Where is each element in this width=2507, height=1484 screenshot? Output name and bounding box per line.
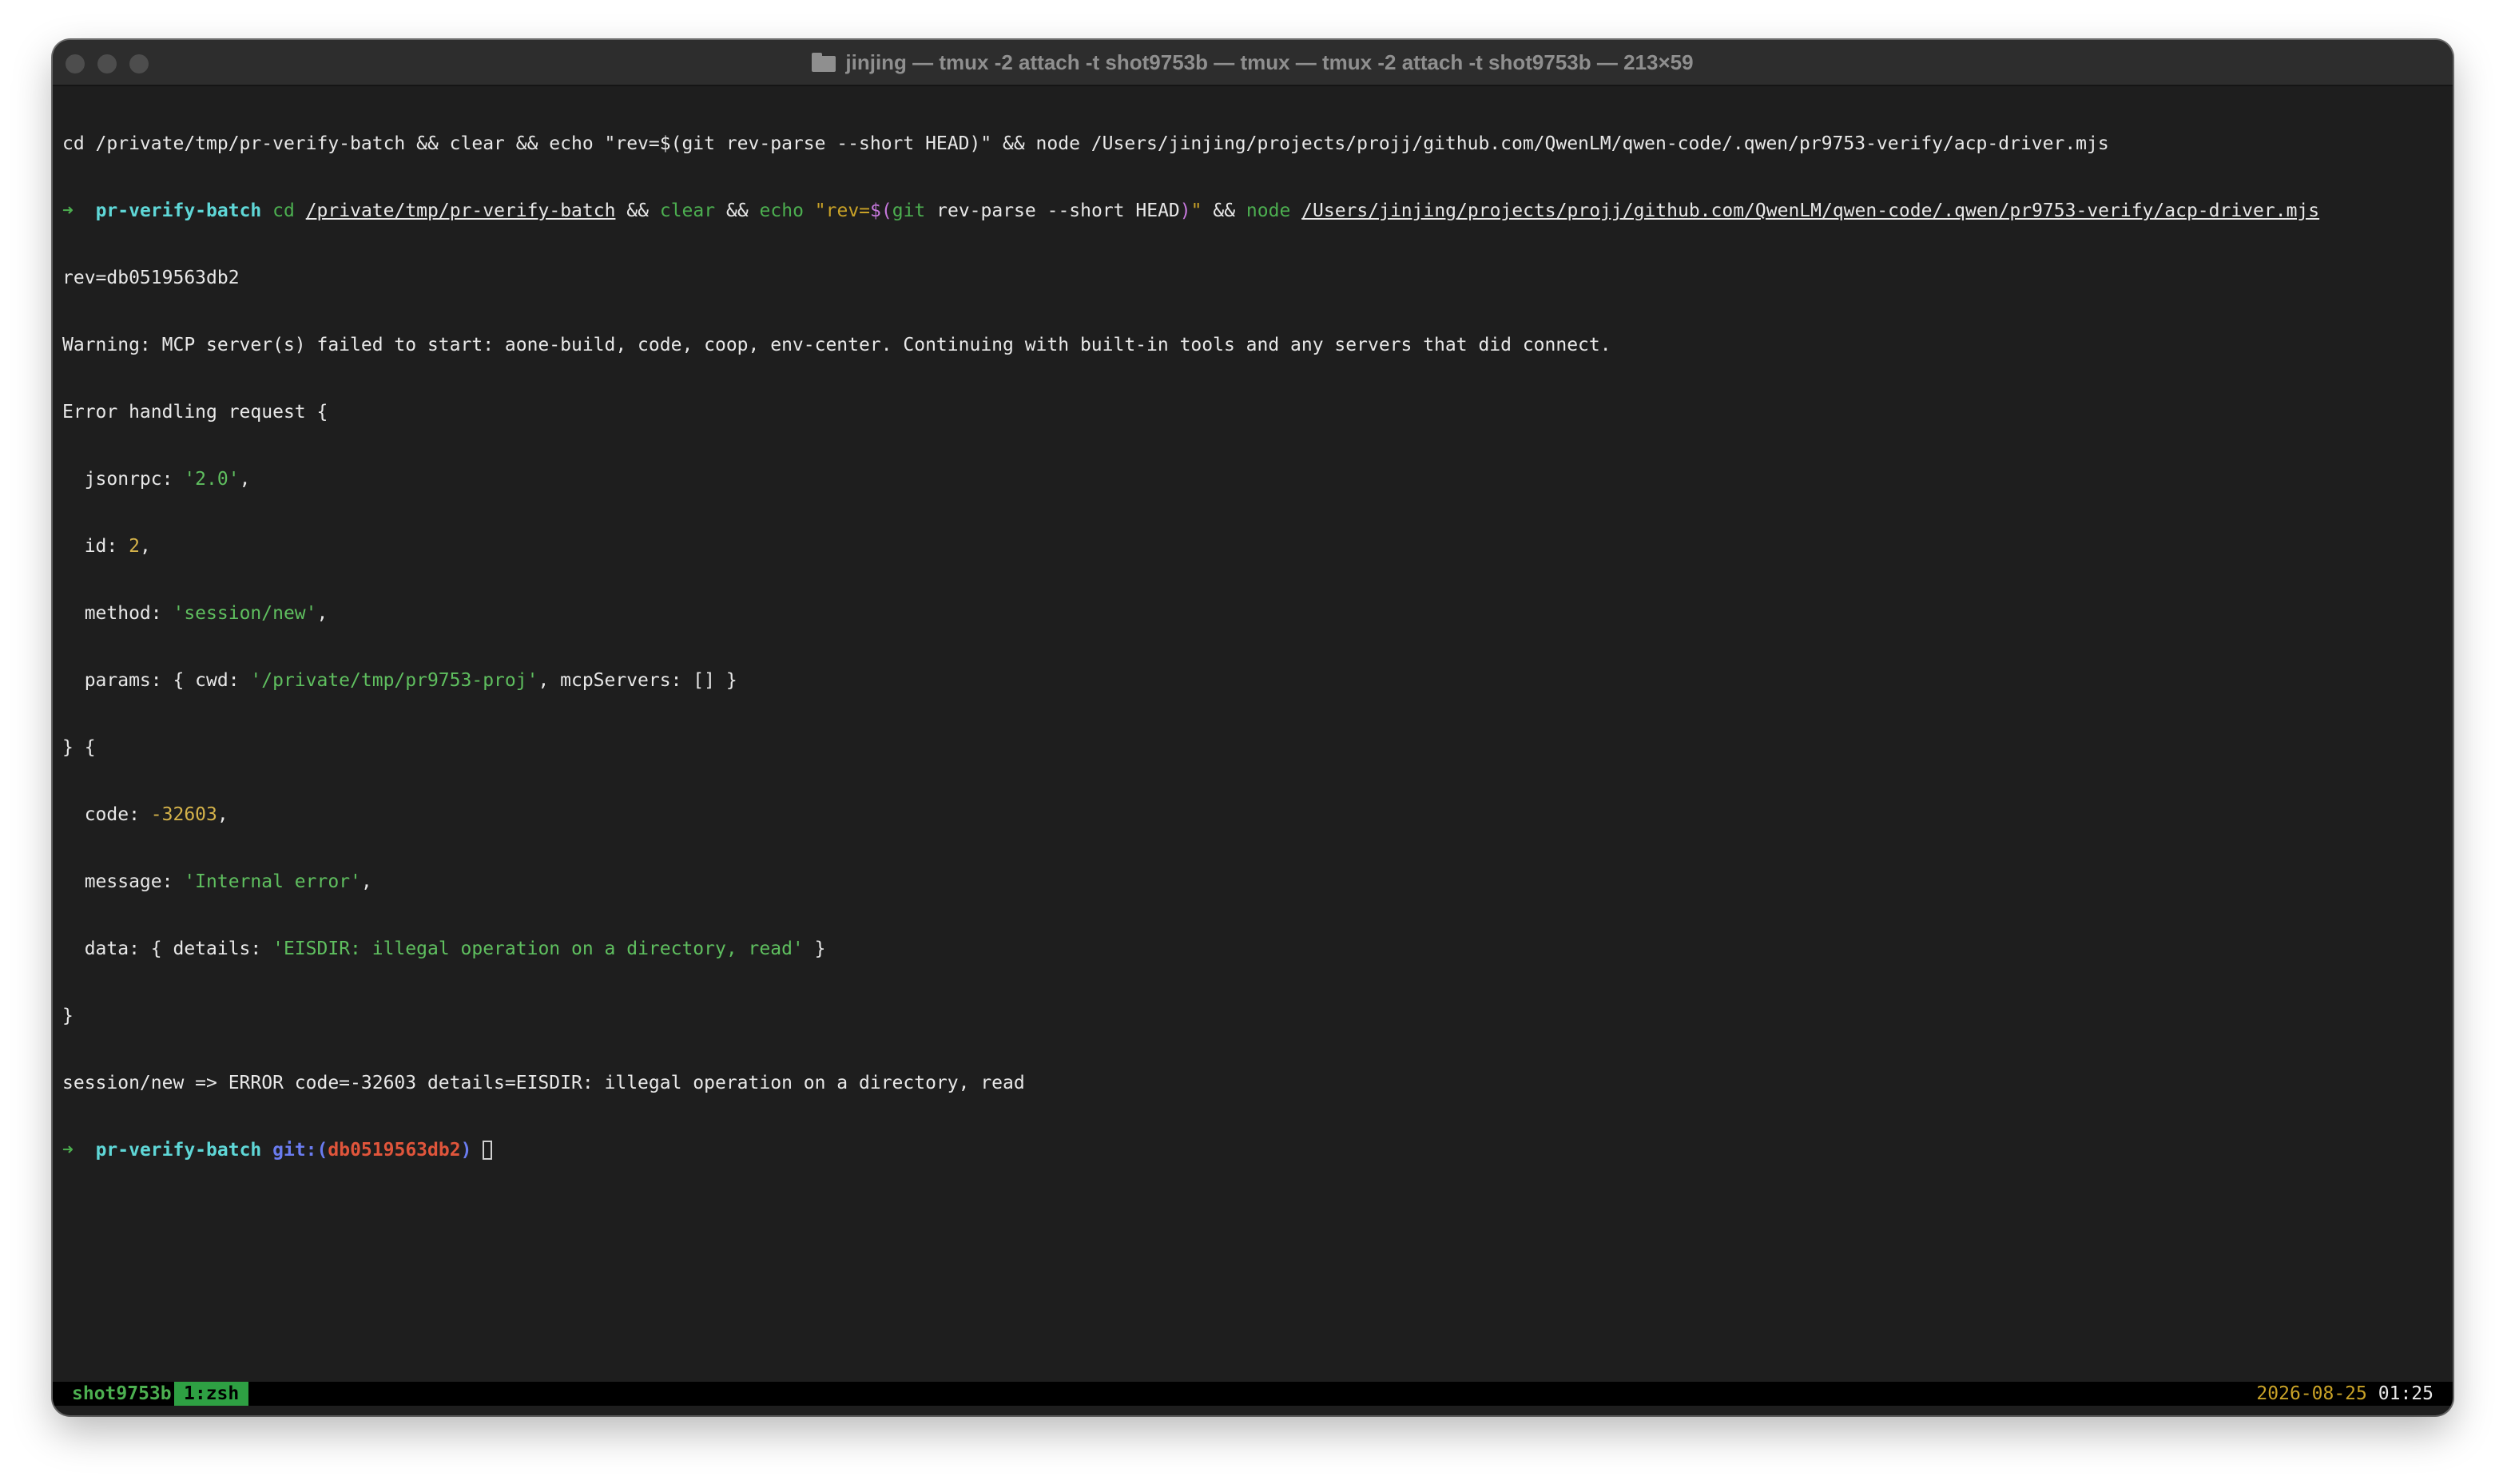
terminal-line-warning: Warning: MCP server(s) failed to start: …: [62, 335, 1611, 355]
terminal-line-prompt-command: ➜ pr-verify-batch cd /private/tmp/pr-ver…: [62, 200, 2320, 221]
tmux-window-tab[interactable]: 1:zsh: [174, 1382, 249, 1406]
terminal-line-result: session/new => ERROR code=-32603 details…: [62, 1073, 1025, 1093]
prompt-arrow-icon: ➜: [62, 1140, 74, 1161]
status-date: 2026-08-25: [2256, 1383, 2367, 1404]
tmux-session-name: shot9753b: [72, 1383, 172, 1404]
terminal-line-code: code: -32603,: [62, 804, 228, 825]
cmd-node: node: [1246, 200, 1291, 221]
window-title-area: jinjing — tmux -2 attach -t shot9753b — …: [53, 40, 2453, 85]
status-time: 01:25: [2378, 1383, 2433, 1404]
prompt-directory: pr-verify-batch: [95, 1140, 262, 1161]
terminal-line-close-brace: }: [62, 1006, 74, 1026]
git-commit-hash: db0519563db2: [328, 1140, 461, 1161]
path-link-batch[interactable]: /private/tmp/pr-verify-batch: [306, 200, 616, 221]
prompt-directory: pr-verify-batch: [95, 200, 262, 221]
terminal-line-method: method: 'session/new',: [62, 603, 328, 624]
terminal-line-message: message: 'Internal error',: [62, 871, 372, 892]
tmux-status-bar: shot9753b 1:zsh 2026-08-25 01:25: [53, 1382, 2453, 1406]
terminal-line-params: params: { cwd: '/private/tmp/pr9753-proj…: [62, 670, 737, 691]
path-link-driver[interactable]: /Users/jinjing/projects/projj/github.com…: [1301, 200, 2319, 221]
terminal-line-data: data: { details: 'EISDIR: illegal operat…: [62, 938, 826, 959]
terminal-line-rev: rev=db0519563db2: [62, 268, 240, 288]
prompt-arrow-icon: ➜: [62, 200, 74, 221]
cmd-clear: clear: [659, 200, 716, 221]
terminal-line-jsonrpc: jsonrpc: '2.0',: [62, 469, 251, 490]
window-title: jinjing — tmux -2 attach -t shot9753b — …: [845, 50, 1694, 74]
terminal-line-command-echo: cd /private/tmp/pr-verify-batch && clear…: [62, 133, 2109, 154]
terminal-line-id: id: 2,: [62, 536, 151, 557]
title-bar[interactable]: jinjing — tmux -2 attach -t shot9753b — …: [53, 40, 2453, 86]
terminal-output[interactable]: cd /private/tmp/pr-verify-batch && clear…: [62, 88, 2443, 1206]
terminal-line-current-prompt[interactable]: ➜ pr-verify-batch git:(db0519563db2): [62, 1139, 2443, 1161]
terminal-line-error-header: Error handling request {: [62, 402, 328, 423]
cmd-cd: cd: [272, 200, 295, 221]
git-branch-label: git:(: [272, 1140, 328, 1161]
tmux-clock: 2026-08-25 01:25: [2256, 1382, 2433, 1406]
terminal-line-close-open: } {: [62, 737, 96, 758]
text-cursor[interactable]: [483, 1141, 493, 1160]
cmd-echo: echo: [759, 200, 804, 221]
folder-icon: [812, 53, 836, 72]
terminal-window: jinjing — tmux -2 attach -t shot9753b — …: [53, 40, 2453, 1415]
